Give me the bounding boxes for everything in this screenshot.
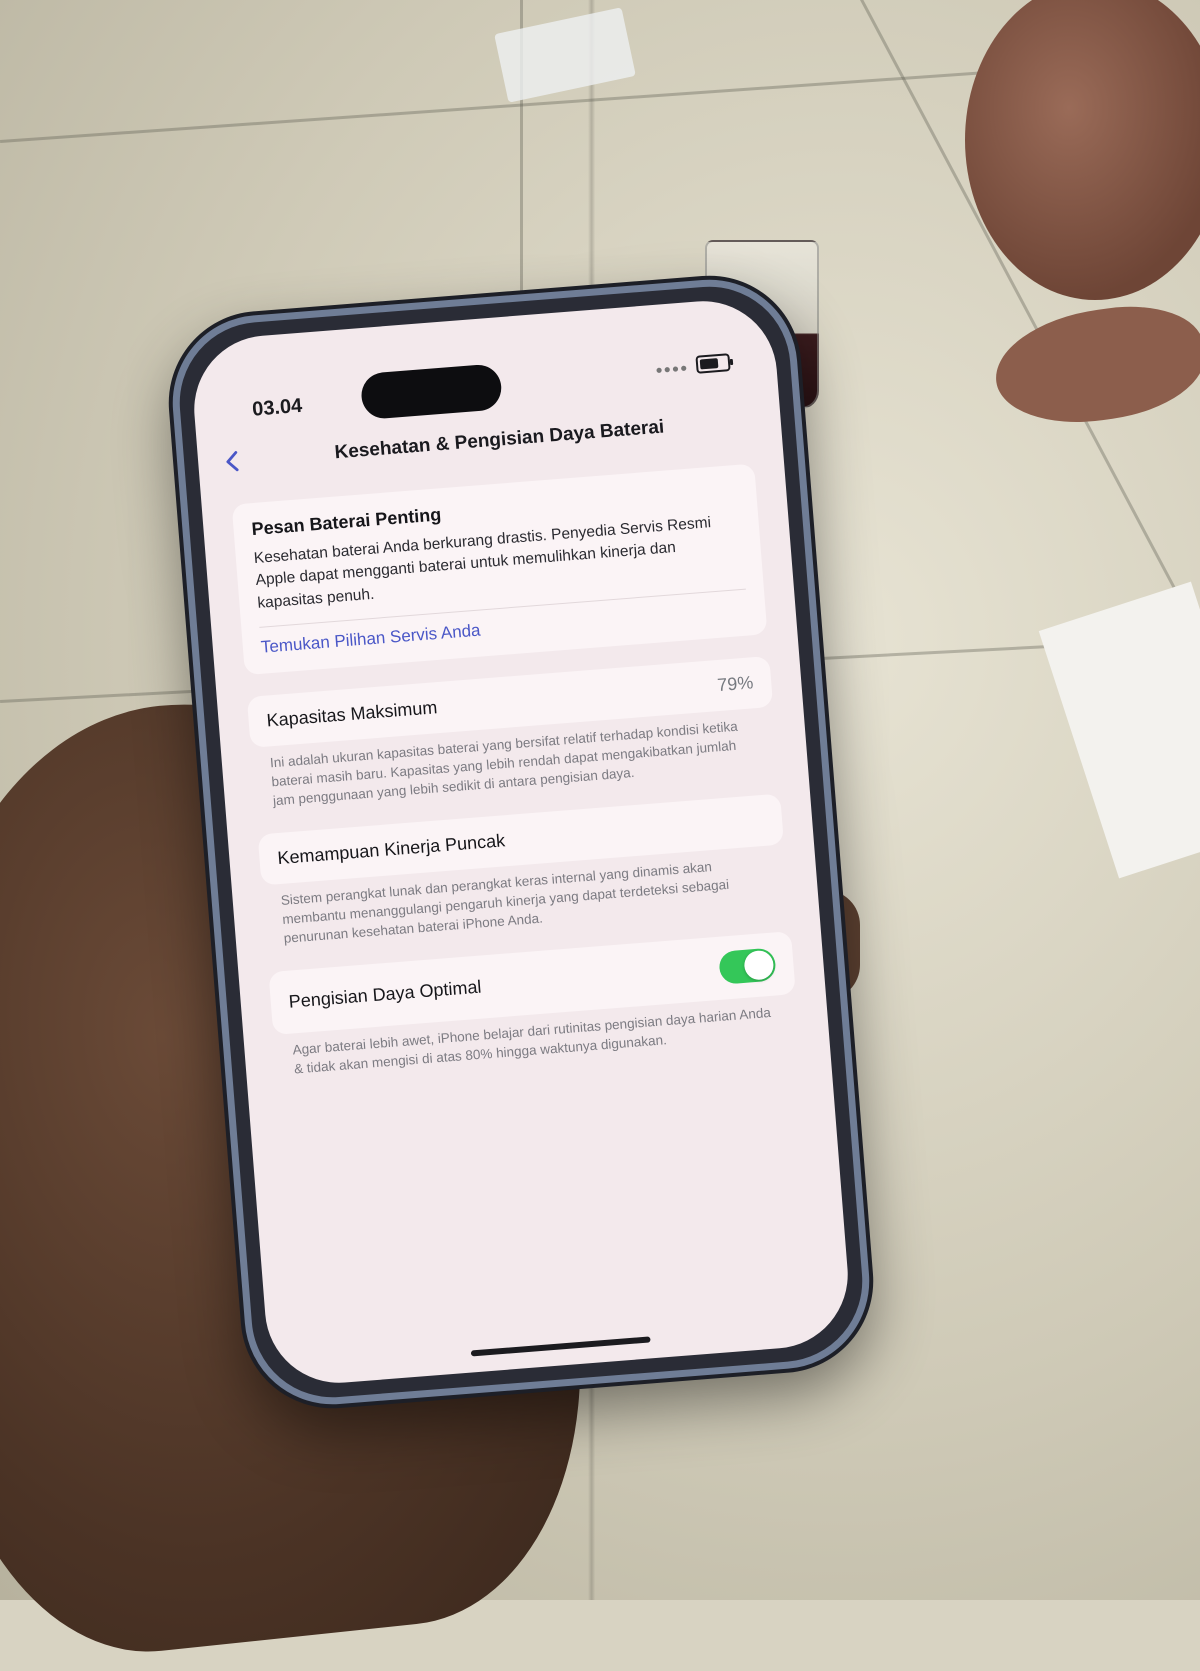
signal-icon: ●●●● <box>654 360 689 377</box>
battery-icon <box>695 353 731 374</box>
max-capacity-value: 79% <box>716 672 755 696</box>
optimized-charging-toggle[interactable] <box>718 947 777 985</box>
peak-performance-label: Kemampuan Kinerja Puncak <box>276 830 506 869</box>
settings-content: Pesan Baterai Penting Kesehatan baterai … <box>231 463 800 1081</box>
optimized-charging-label: Pengisian Daya Optimal <box>288 976 483 1012</box>
home-indicator[interactable] <box>470 1336 651 1357</box>
chevron-left-icon[interactable] <box>219 447 247 475</box>
iphone-device: 03.04 ●●●● Kesehatan & Pengisian Daya Ba… <box>166 273 876 1411</box>
toggle-knob <box>743 949 775 981</box>
page-title: Kesehatan & Pengisian Daya Baterai <box>333 416 665 464</box>
phone-screen: 03.04 ●●●● Kesehatan & Pengisian Daya Ba… <box>188 295 854 1389</box>
status-time: 03.04 <box>251 394 304 421</box>
important-battery-message-card: Pesan Baterai Penting Kesehatan baterai … <box>231 463 768 676</box>
dynamic-island <box>359 363 503 421</box>
max-capacity-label: Kapasitas Maksimum <box>265 697 439 731</box>
